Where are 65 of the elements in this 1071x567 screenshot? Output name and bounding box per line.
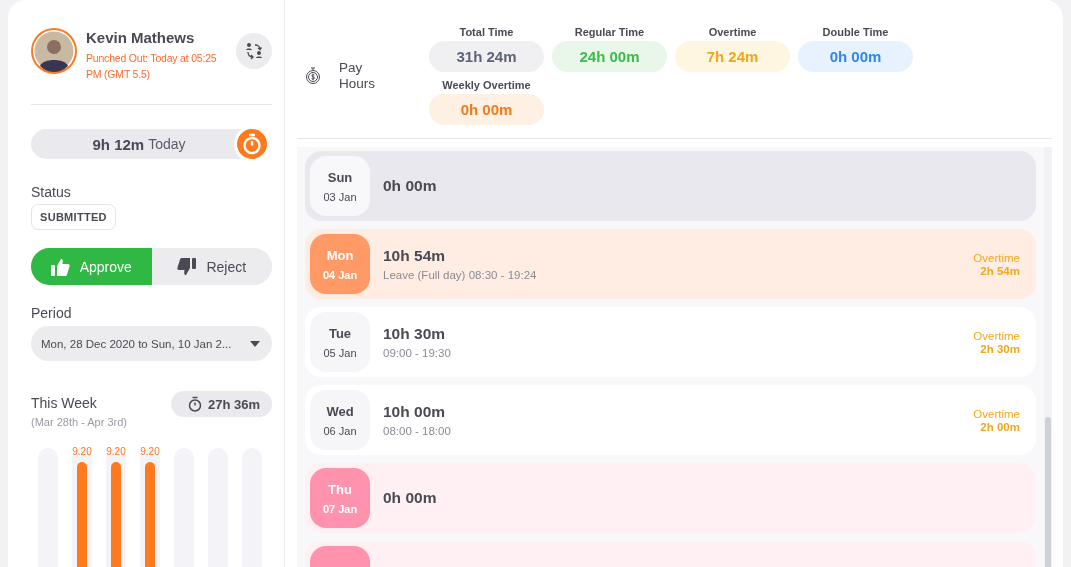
day-duration: 0h 00m — [383, 489, 438, 507]
overtime-value: 2h 54m — [980, 264, 1020, 277]
pay-hours-value: 24h 00m — [552, 41, 667, 72]
pay-category-label: Overtime — [708, 26, 757, 38]
thumbs-down-icon — [177, 257, 197, 276]
day-duration: 10h 54m — [383, 247, 447, 265]
today-label: Today — [148, 136, 186, 152]
day-name: Thu — [328, 481, 352, 497]
period-label: Period — [31, 305, 73, 321]
day-name: Mon — [326, 247, 354, 263]
punch-status: Punched Out: Today at 05:25 PM (GMT 5.5) — [86, 51, 218, 82]
pay-category-label: Weekly Overtime — [442, 79, 531, 91]
day-row[interactable]: Mon 04 Jan 10h 54m Leave (Full day) 08:30 - 19:24 Overtime 2h 54m — [305, 229, 1036, 299]
stopwatch-icon — [242, 133, 262, 155]
overtime-label: Overtime — [973, 329, 1020, 342]
week-title: This Week — [31, 395, 98, 411]
day-date: 05 Jan — [323, 346, 357, 359]
day-row[interactable]: Thu 07 Jan 0h 00m — [305, 463, 1036, 533]
day-duration: 10h 00m — [383, 403, 447, 421]
week-total: 27h 36m — [170, 391, 272, 417]
period-dropdown[interactable]: Mon, 28 Dec 2020 to Sun, 10 Jan 2... — [31, 326, 272, 361]
today-duration: 9h 12m — [92, 135, 145, 153]
caret-icon — [250, 340, 260, 347]
overtime-value: 2h 00m — [980, 420, 1020, 433]
day-name: Sun — [327, 169, 353, 185]
bar-value: 9.20 — [139, 446, 161, 457]
pay-category-label: Regular Time — [574, 26, 645, 38]
pay-hours-value: 0h 00m — [798, 41, 913, 72]
stopwatch-icon — [187, 396, 202, 412]
day-name: Tue — [328, 325, 352, 341]
day-date: 03 Jan — [323, 190, 357, 203]
day-row[interactable]: Sun 03 Jan 0h 00m — [305, 151, 1036, 221]
overtime-label: Overtime — [973, 407, 1020, 420]
day-duration: 0h 00m — [383, 177, 438, 195]
day-row[interactable]: Tue 05 Jan 10h 30m 09:00 - 19:30 Overtime 2h 30m — [305, 307, 1036, 377]
status-label: Status — [31, 184, 72, 200]
switch-user-button[interactable] — [236, 33, 272, 69]
day-detail: 09:00 - 19:30 — [383, 347, 452, 359]
day-row[interactable]: Wed 06 Jan 10h 00m 08:00 - 18:00 Overtime 2h 00m — [305, 385, 1036, 455]
swap-users-icon — [245, 42, 263, 60]
day-name: Wed — [326, 403, 354, 419]
pay-hours-title: Pay Hours — [339, 59, 376, 92]
pay-hours-value: 0h 00m — [429, 94, 544, 125]
day-detail: 08:00 - 18:00 — [383, 425, 452, 437]
pay-category-label: Total Time — [459, 26, 514, 38]
day-date: 06 Jan — [323, 424, 357, 437]
employee-name: Kevin Mathews — [86, 29, 196, 46]
day-date: 04 Jan — [322, 268, 358, 281]
week-range: (Mar 28th - Apr 3rd) — [31, 416, 127, 428]
avatar — [31, 28, 77, 74]
day-detail: Leave (Full day) 08:30 - 19:24 — [383, 269, 538, 281]
timer-button[interactable] — [234, 126, 270, 162]
pay-hours-value: 7h 24m — [675, 41, 790, 72]
pay-hours-value: 31h 24m — [429, 41, 544, 72]
overtime-value: 2h 30m — [980, 342, 1020, 355]
day-duration: 10h 30m — [383, 325, 447, 343]
status-badge: SUBMITTED — [31, 204, 116, 230]
day-date: 07 Jan — [322, 502, 358, 515]
bar-value: 9.20 — [105, 446, 127, 457]
pay-category-label: Double Time — [822, 26, 889, 38]
bar-value: 9.20 — [71, 446, 93, 457]
thumbs-up-icon — [50, 257, 70, 276]
overtime-label: Overtime — [973, 251, 1020, 264]
money-stopwatch-icon — [305, 66, 321, 85]
scrollbar[interactable] — [1044, 147, 1052, 567]
